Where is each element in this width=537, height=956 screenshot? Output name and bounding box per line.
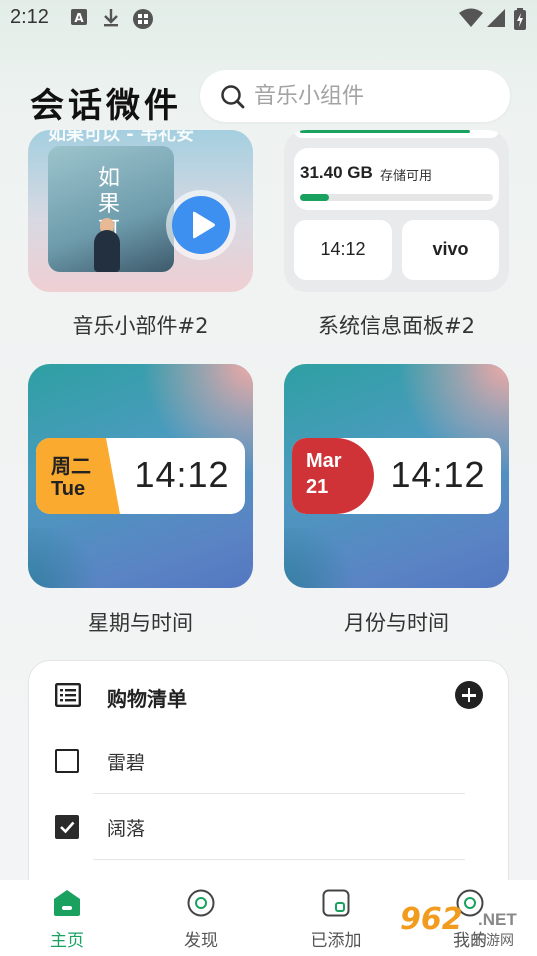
app-title: 会话微件 bbox=[30, 86, 182, 126]
download-icon bbox=[102, 8, 122, 28]
site-watermark: 962 .NET 乐游网 bbox=[398, 900, 531, 950]
added-icon bbox=[322, 889, 350, 917]
nav-added[interactable]: 已添加 bbox=[286, 880, 386, 956]
month-badge: Mar 21 bbox=[292, 438, 374, 514]
add-item-button[interactable] bbox=[455, 681, 483, 709]
search-input[interactable] bbox=[254, 80, 494, 112]
watermark-number: 962 bbox=[400, 902, 463, 937]
shopping-list-title: 购物清单 bbox=[107, 687, 187, 711]
play-button[interactable] bbox=[166, 190, 236, 260]
week-time-pill: 周二 Tue 14:12 bbox=[36, 438, 245, 514]
day-badge: 周二 Tue bbox=[36, 438, 120, 514]
home-icon bbox=[53, 889, 81, 917]
discover-icon bbox=[187, 889, 215, 917]
week-time-widget-preview[interactable]: 周二 Tue 14:12 bbox=[28, 364, 253, 588]
brand-panel: vivo bbox=[402, 220, 499, 280]
system-time: 14:12 bbox=[320, 239, 366, 259]
watermark-suffix: .NET bbox=[478, 910, 517, 929]
list-icon bbox=[55, 683, 82, 708]
album-cover: 如果可以 bbox=[48, 146, 174, 272]
storage-label: 存储可用 bbox=[380, 169, 433, 184]
item-divider bbox=[93, 793, 465, 794]
search-icon bbox=[220, 84, 246, 110]
week-time-widget-label: 星期与时间 bbox=[88, 611, 193, 635]
music-widget-label: 音乐小部件#2 bbox=[72, 314, 209, 338]
a-letter-icon: A bbox=[70, 8, 90, 28]
svg-text:A: A bbox=[74, 11, 84, 25]
storage-panel: 31.40 GB 存储可用 bbox=[294, 148, 499, 210]
shopping-item-text: 雷碧 bbox=[107, 752, 146, 774]
battery-charging-icon bbox=[514, 8, 528, 30]
watermark-site: 乐游网 bbox=[472, 933, 514, 949]
top-progress-bar bbox=[294, 130, 499, 138]
month-time-widget-label: 月份与时间 bbox=[344, 611, 449, 635]
play-icon bbox=[172, 196, 230, 254]
storage-bar-fill bbox=[300, 194, 329, 201]
search-bar[interactable] bbox=[200, 70, 510, 122]
month-day: 21 bbox=[306, 476, 329, 498]
item-divider bbox=[93, 859, 465, 860]
time-panel: 14:12 bbox=[294, 220, 392, 280]
nav-discover-label: 发现 bbox=[184, 931, 218, 951]
system-info-widget-preview[interactable]: 31.40 GB 存储可用 14:12 vivo bbox=[284, 130, 509, 292]
nav-home[interactable]: 主页 bbox=[17, 880, 117, 956]
item-checkbox-unchecked[interactable] bbox=[55, 749, 79, 773]
storage-value: 31.40 GB bbox=[300, 163, 373, 182]
month-widget-time: 14:12 bbox=[390, 454, 486, 495]
item-checkbox-checked[interactable] bbox=[55, 815, 79, 839]
nav-home-label: 主页 bbox=[50, 931, 84, 951]
status-bar: 2:12 A bbox=[0, 0, 537, 36]
device-brand: vivo bbox=[432, 239, 469, 259]
nav-added-label: 已添加 bbox=[310, 931, 362, 951]
music-top-text: 如果可以 - 韦礼安 bbox=[48, 130, 195, 145]
cellular-icon bbox=[486, 8, 506, 28]
app-grid-icon bbox=[132, 8, 153, 29]
status-time: 2:12 bbox=[10, 6, 49, 28]
system-info-widget-label: 系统信息面板#2 bbox=[318, 314, 475, 338]
nav-discover[interactable]: 发现 bbox=[151, 880, 251, 956]
month-time-pill: Mar 21 14:12 bbox=[292, 438, 501, 514]
storage-bar bbox=[300, 194, 493, 201]
cover-person bbox=[94, 230, 120, 272]
month-time-widget-preview[interactable]: Mar 21 14:12 bbox=[284, 364, 509, 588]
music-widget-preview[interactable]: 如果可以 - 韦礼安 如果可以 bbox=[28, 130, 253, 292]
shopping-item-text: 阔落 bbox=[107, 818, 146, 840]
day-english: Tue bbox=[51, 478, 86, 500]
shopping-list-widget[interactable]: 购物清单 雷碧 阔落 bbox=[28, 660, 509, 900]
wifi-icon bbox=[458, 8, 484, 28]
day-chinese: 周二 bbox=[51, 454, 91, 478]
month-name: Mar bbox=[306, 450, 342, 472]
week-widget-time: 14:12 bbox=[134, 454, 230, 495]
